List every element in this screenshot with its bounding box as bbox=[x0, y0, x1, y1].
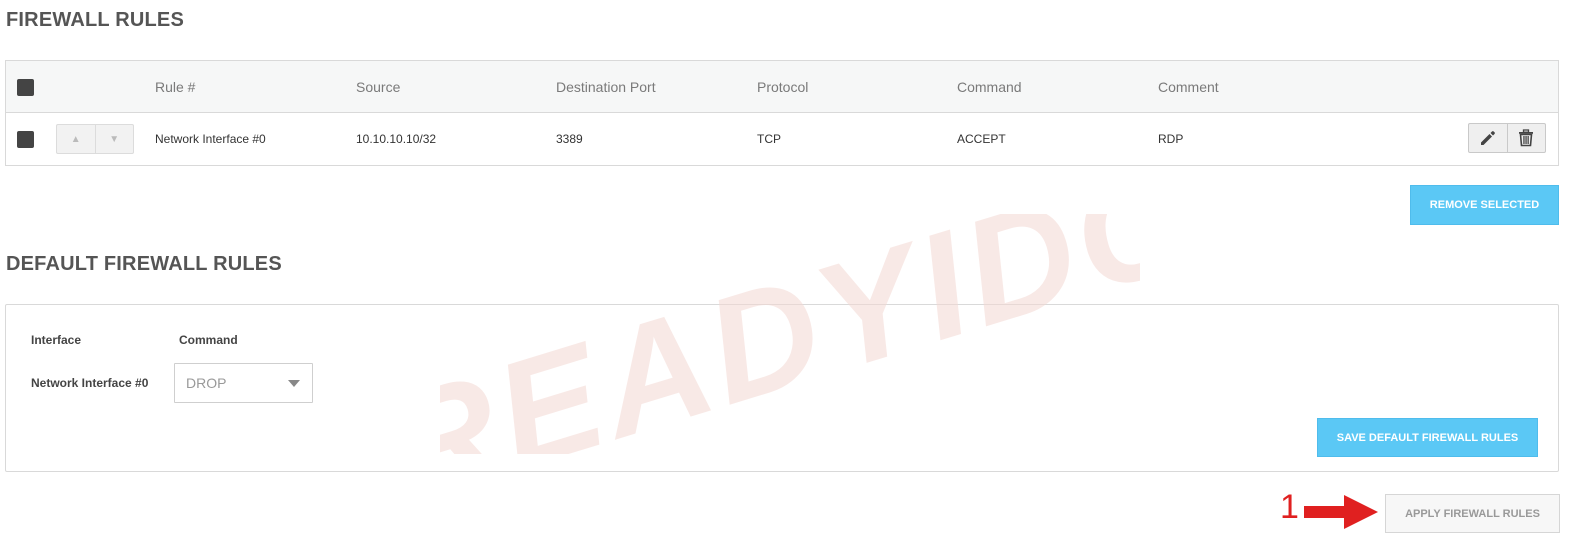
header-command: Command bbox=[179, 333, 238, 347]
cell-comment: RDP bbox=[1158, 132, 1184, 146]
default-firewall-rules-title: DEFAULT FIREWALL RULES bbox=[6, 253, 282, 275]
default-command-select[interactable]: DROP bbox=[174, 363, 313, 403]
arrow-down-icon: ▼ bbox=[109, 133, 120, 145]
col-header-source: Source bbox=[356, 79, 401, 95]
cell-destination-port: 3389 bbox=[556, 132, 583, 146]
col-header-comment: Comment bbox=[1158, 79, 1219, 95]
cell-rule: Network Interface #0 bbox=[155, 132, 266, 146]
col-header-protocol: Protocol bbox=[757, 79, 809, 95]
rule-order-group: ▲ ▼ bbox=[56, 124, 134, 154]
row-actions bbox=[1468, 123, 1546, 153]
cell-protocol: TCP bbox=[757, 132, 781, 146]
col-header-destination-port: Destination Port bbox=[556, 79, 656, 95]
select-all-checkbox[interactable] bbox=[17, 79, 34, 96]
col-header-command: Command bbox=[957, 79, 1022, 95]
table-header: Rule # Source Destination Port Protocol … bbox=[6, 61, 1558, 113]
annotation-number: 1 bbox=[1280, 488, 1299, 526]
header-interface: Interface bbox=[31, 333, 82, 347]
move-down-button[interactable]: ▼ bbox=[94, 125, 134, 153]
remove-selected-button[interactable]: REMOVE SELECTED bbox=[1410, 185, 1559, 225]
firewall-rules-title: FIREWALL RULES bbox=[6, 9, 184, 31]
cell-command: ACCEPT bbox=[957, 132, 1006, 146]
interface-name-label: Network Interface #0 bbox=[31, 376, 149, 390]
move-up-button[interactable]: ▲ bbox=[57, 125, 95, 153]
pencil-icon bbox=[1480, 131, 1495, 145]
cell-source: 10.10.10.10/32 bbox=[356, 132, 437, 146]
edit-rule-button[interactable] bbox=[1469, 124, 1507, 152]
trash-icon bbox=[1519, 129, 1534, 147]
apply-firewall-rules-button[interactable]: APPLY FIREWALL RULES bbox=[1385, 494, 1560, 533]
save-default-rules-button[interactable]: SAVE DEFAULT FIREWALL RULES bbox=[1317, 418, 1538, 457]
caret-down-icon bbox=[288, 380, 300, 387]
annotation-arrow-icon bbox=[1304, 495, 1378, 529]
table-row: ▲ ▼ Network Interface #0 10.10.10.10/32 … bbox=[6, 113, 1558, 165]
arrow-up-icon: ▲ bbox=[70, 133, 81, 145]
col-header-rule: Rule # bbox=[155, 79, 196, 95]
row-checkbox[interactable] bbox=[17, 131, 34, 148]
firewall-rules-table: Rule # Source Destination Port Protocol … bbox=[5, 60, 1559, 166]
default-command-value: DROP bbox=[186, 375, 227, 391]
delete-rule-button[interactable] bbox=[1506, 124, 1546, 152]
